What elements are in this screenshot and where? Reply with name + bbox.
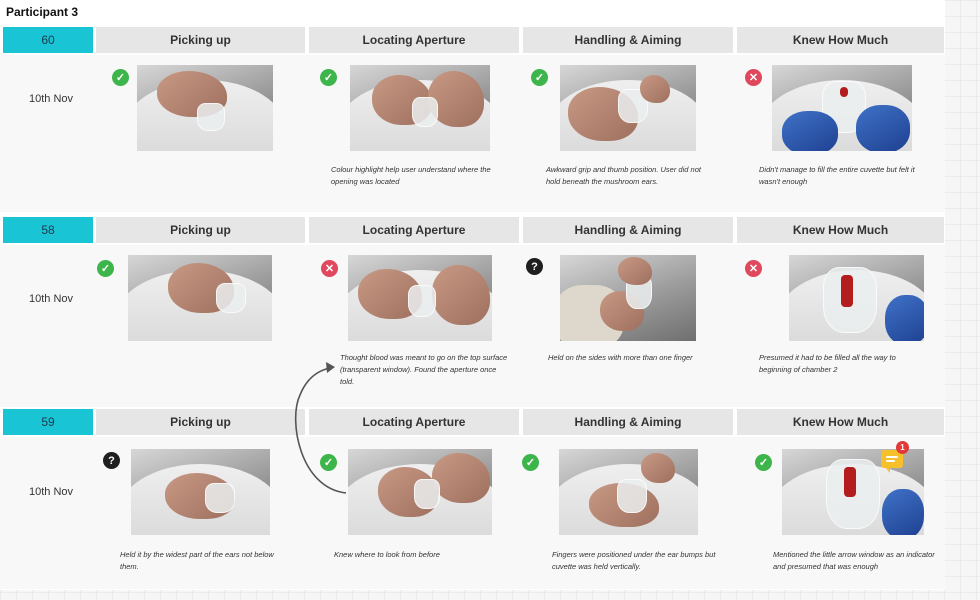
comment-count-badge[interactable]: 1 — [896, 441, 909, 454]
connector-arrow[interactable] — [0, 0, 980, 600]
